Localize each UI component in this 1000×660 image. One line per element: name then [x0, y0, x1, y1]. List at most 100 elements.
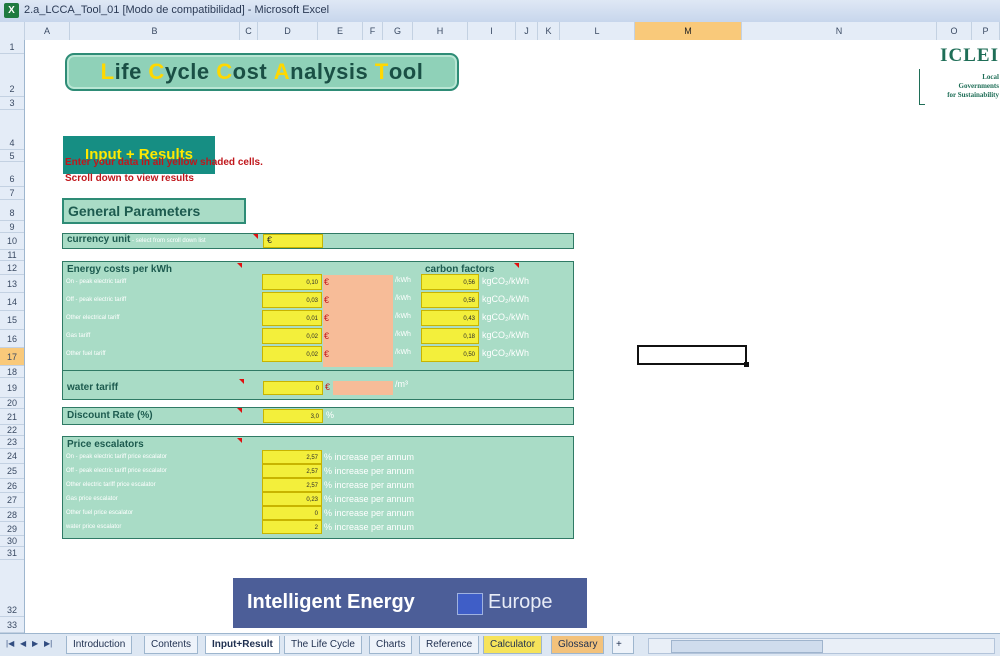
water-tariff-input[interactable]: 0 — [263, 381, 323, 395]
horizontal-scrollbar[interactable] — [648, 638, 995, 654]
row-header[interactable]: 31 — [0, 547, 24, 560]
tab-contents[interactable]: Contents — [144, 636, 199, 654]
tab-glossary[interactable]: Glossary — [551, 636, 605, 654]
comment-indicator[interactable] — [239, 379, 244, 384]
row-header[interactable]: 12 — [0, 261, 24, 275]
column-header-e[interactable]: E — [318, 22, 363, 40]
row-header[interactable]: 14 — [0, 293, 24, 311]
column-header-h[interactable]: H — [413, 22, 468, 40]
row-header[interactable]: 19 — [0, 378, 24, 398]
row-header[interactable]: 26 — [0, 479, 24, 493]
column-header-j[interactable]: J — [516, 22, 538, 40]
comment-indicator[interactable] — [253, 234, 258, 239]
row-header[interactable]: 7 — [0, 187, 24, 200]
row-header[interactable]: 16 — [0, 330, 24, 348]
energy-cost-input[interactable]: 0,02 — [262, 328, 322, 344]
row-header-selected[interactable]: 17 — [0, 348, 24, 366]
currency-select[interactable]: € — [263, 234, 323, 248]
tab-calculator[interactable]: Calculator — [483, 636, 543, 654]
column-header-a[interactable]: A — [25, 22, 70, 40]
row-header[interactable]: 3 — [0, 97, 24, 110]
escalator-input[interactable]: 0,23 — [262, 492, 322, 506]
energy-cost-input[interactable]: 0,03 — [262, 292, 322, 308]
column-header-d[interactable]: D — [258, 22, 318, 40]
column-header-i[interactable]: I — [468, 22, 516, 40]
select-all-corner[interactable] — [0, 22, 25, 40]
comment-indicator[interactable] — [237, 438, 242, 443]
first-sheet-icon[interactable]: |◀ — [6, 639, 14, 648]
row-header[interactable]: 21 — [0, 409, 24, 425]
carbon-factor-input[interactable]: 0,43 — [421, 310, 479, 326]
tab-charts[interactable]: Charts — [369, 636, 413, 654]
next-sheet-icon[interactable]: ▶ — [32, 639, 38, 648]
comment-indicator[interactable] — [237, 263, 242, 268]
row-header[interactable]: 6 — [0, 162, 24, 187]
column-header-b[interactable]: B — [70, 22, 240, 40]
column-header-p[interactable]: P — [972, 22, 1000, 40]
row-header[interactable]: 24 — [0, 449, 24, 464]
row-header[interactable]: 15 — [0, 311, 24, 330]
tab-input-result[interactable]: Input+Result — [205, 636, 280, 654]
column-header-n[interactable]: N — [742, 22, 937, 40]
energy-cost-input[interactable]: 0,02 — [262, 346, 322, 362]
comment-indicator[interactable] — [514, 263, 519, 268]
comment-indicator[interactable] — [237, 408, 242, 413]
row-header[interactable]: 2 — [0, 54, 24, 97]
column-header-m[interactable]: M — [635, 22, 742, 40]
row-header[interactable]: 30 — [0, 536, 24, 547]
tab-life-cycle[interactable]: The Life Cycle — [284, 636, 362, 654]
discount-rate-input[interactable]: 3,0 — [263, 409, 323, 423]
row-header[interactable]: 13 — [0, 275, 24, 293]
escalator-input[interactable]: 2,57 — [262, 450, 322, 464]
carbon-factor-input[interactable]: 0,18 — [421, 328, 479, 344]
excel-icon[interactable]: X — [4, 3, 19, 18]
carbon-factor-input[interactable]: 0,56 — [421, 274, 479, 290]
escalator-input[interactable]: 0 — [262, 506, 322, 520]
row-header[interactable]: 20 — [0, 398, 24, 409]
row-header[interactable]: 27 — [0, 493, 24, 508]
row-header[interactable]: 11 — [0, 250, 24, 261]
row-header[interactable]: 4 — [0, 110, 24, 150]
scrollbar-thumb[interactable] — [671, 640, 823, 653]
row-header[interactable]: 25 — [0, 464, 24, 479]
column-header-o[interactable]: O — [937, 22, 972, 40]
row-header[interactable]: 23 — [0, 436, 24, 449]
row-header[interactable]: 8 — [0, 200, 24, 221]
ie-text: Intelligent Energy — [247, 591, 415, 613]
energy-unit: /kWh — [395, 331, 411, 338]
energy-cost-input[interactable]: 0,01 — [262, 310, 322, 326]
tab-introduction[interactable]: Introduction — [66, 636, 133, 654]
insert-sheet-icon[interactable]: + — [612, 636, 634, 654]
row-header[interactable]: 29 — [0, 522, 24, 536]
prev-sheet-icon[interactable]: ◀ — [20, 639, 26, 648]
row-header[interactable]: 1 — [0, 40, 24, 54]
row-header[interactable]: 18 — [0, 366, 24, 378]
row-header[interactable]: 33 — [0, 617, 24, 633]
row-header[interactable]: 9 — [0, 221, 24, 233]
escalator-input[interactable]: 2,57 — [262, 464, 322, 478]
row-header[interactable]: 5 — [0, 150, 24, 162]
escalator-input[interactable]: 2,57 — [262, 478, 322, 492]
escalator-unit: % increase per annum — [324, 452, 415, 462]
last-sheet-icon[interactable]: ▶| — [44, 639, 52, 648]
logo-name: ICLEI — [940, 45, 999, 66]
energy-cost-input[interactable]: 0,10 — [262, 274, 322, 290]
column-header-g[interactable]: G — [383, 22, 413, 40]
worksheet[interactable]: Life Cycle Cost Analysis Tool ICLEI Loca… — [25, 40, 1000, 633]
carbon-factor-input[interactable]: 0,56 — [421, 292, 479, 308]
escalator-input[interactable]: 2 — [262, 520, 322, 534]
carbon-factor-input[interactable]: 0,50 — [421, 346, 479, 362]
fill-handle[interactable] — [744, 362, 749, 367]
escalator-unit: % increase per annum — [324, 522, 415, 532]
row-header[interactable]: 32 — [0, 560, 24, 617]
column-header-f[interactable]: F — [363, 22, 383, 40]
currency-label: currency unit - select from scroll down … — [67, 234, 206, 245]
row-header[interactable]: 28 — [0, 508, 24, 522]
selected-cell-m17[interactable] — [637, 345, 749, 367]
column-header-l[interactable]: L — [560, 22, 635, 40]
row-header[interactable]: 22 — [0, 425, 24, 436]
tab-reference[interactable]: Reference — [419, 636, 480, 654]
column-header-c[interactable]: C — [240, 22, 258, 40]
column-header-k[interactable]: K — [538, 22, 560, 40]
row-header[interactable]: 10 — [0, 233, 24, 250]
